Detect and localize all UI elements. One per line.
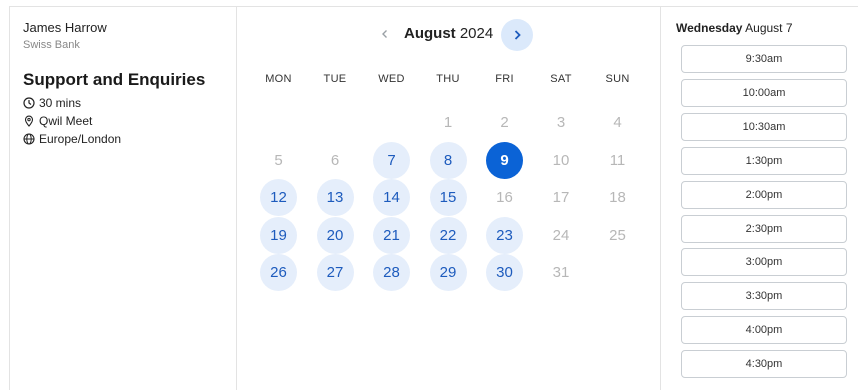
calendar-day: 16 — [496, 189, 513, 206]
calendar-day-selected[interactable]: 9 — [486, 141, 523, 179]
calendar-day[interactable]: 20 — [316, 216, 354, 254]
calendar-day: 3 — [556, 114, 566, 131]
event-details-panel: James Harrow Swiss Bank Support and Enqu… — [10, 7, 237, 390]
time-slot-button[interactable]: 4:30pm — [681, 350, 847, 379]
weekday-mon: MON — [265, 73, 292, 85]
calendar-day[interactable]: 8 — [429, 141, 467, 179]
duration-text: 30 mins — [39, 96, 82, 110]
calendar-day[interactable]: 12 — [260, 179, 297, 216]
calendar-day: 2 — [500, 114, 509, 131]
calendar-day[interactable]: 13 — [316, 179, 354, 216]
next-month-button[interactable] — [501, 19, 533, 51]
time-slot-button[interactable]: 4:00pm — [681, 316, 847, 345]
calendar-day: 4 — [613, 114, 622, 131]
time-slot-button[interactable]: 10:30am — [681, 112, 847, 141]
time-slot-button[interactable]: 10:00am — [681, 78, 847, 107]
time-slot-button[interactable]: 3:00pm — [681, 248, 847, 277]
calendar-day: 6 — [330, 151, 340, 169]
host-name: James Harrow — [23, 20, 107, 35]
weekday-wed: WED — [378, 73, 405, 85]
timezone-text: Europe/London — [39, 132, 122, 146]
event-location: Qwil Meet — [23, 114, 92, 128]
calendar-day: 31 — [552, 264, 570, 281]
clock-icon — [23, 97, 35, 109]
calendar-day: 10 — [552, 151, 570, 169]
calendar-day[interactable]: 19 — [260, 216, 297, 254]
event-timezone: Europe/London — [23, 132, 121, 146]
time-slot-button[interactable]: 3:30pm — [681, 282, 847, 311]
year: 2024 — [459, 25, 494, 42]
globe-icon — [23, 133, 35, 145]
calendar-day[interactable]: 21 — [373, 216, 410, 254]
calendar-day[interactable]: 7 — [373, 141, 410, 179]
time-slot-button[interactable]: 1:30pm — [681, 146, 847, 175]
calendar-day: 18 — [609, 189, 626, 206]
location-text: Qwil Meet — [39, 114, 93, 128]
calendar-day: 17 — [552, 189, 570, 206]
calendar-day: 24 — [552, 226, 570, 244]
calendar-day[interactable]: 29 — [429, 254, 467, 291]
calendar-day[interactable]: 28 — [373, 254, 410, 291]
calendar-day[interactable]: 22 — [429, 216, 467, 254]
weekday-fri: FRI — [495, 73, 514, 85]
chevron-left-icon — [382, 30, 387, 38]
event-duration: 30 mins — [23, 96, 81, 110]
host-company: Swiss Bank — [23, 39, 80, 51]
weekday-tue: TUE — [323, 73, 347, 85]
time-slot-button[interactable]: 2:30pm — [681, 214, 847, 243]
selected-weekday: Wednesday — [676, 21, 743, 35]
location-pin-icon — [24, 115, 34, 127]
month-name: August — [404, 25, 456, 42]
previous-month-button[interactable] — [374, 23, 396, 45]
weekday-sat: SAT — [550, 73, 572, 85]
calendar-day[interactable]: 23 — [486, 216, 523, 254]
selected-date-heading: Wednesday August 7 — [676, 21, 793, 35]
calendar-day[interactable]: 14 — [373, 179, 410, 216]
booking-widget: James Harrow Swiss Bank Support and Enqu… — [9, 6, 858, 390]
calendar-day[interactable]: 30 — [486, 254, 523, 291]
calendar-day: 5 — [274, 151, 283, 169]
calendar-day[interactable]: 15 — [429, 179, 467, 216]
weekday-thu: THU — [436, 73, 460, 85]
selected-date: August 7 — [745, 21, 793, 35]
time-slot-button[interactable]: 9:30am — [681, 45, 847, 73]
calendar-panel: August 2024 MON TUE WED THU FRI SAT SUN 123456… — [238, 7, 661, 390]
weekday-sun: SUN — [605, 73, 630, 85]
time-slots-panel: Wednesday August 7 9:30am 10:00am 10:30am 1… — [662, 7, 858, 390]
time-slot-button[interactable]: 2:00pm — [681, 180, 847, 209]
month-year-label: August 2024 — [404, 25, 493, 42]
event-title: Support and Enquiries — [23, 70, 206, 89]
month-header: August 2024 — [238, 19, 660, 51]
calendar-day: 25 — [609, 226, 626, 244]
calendar-day: 11 — [609, 151, 626, 169]
calendar-day[interactable]: 27 — [316, 254, 354, 291]
chevron-right-icon — [514, 30, 521, 40]
calendar-day[interactable]: 26 — [260, 254, 297, 291]
calendar-day: 1 — [443, 114, 453, 131]
